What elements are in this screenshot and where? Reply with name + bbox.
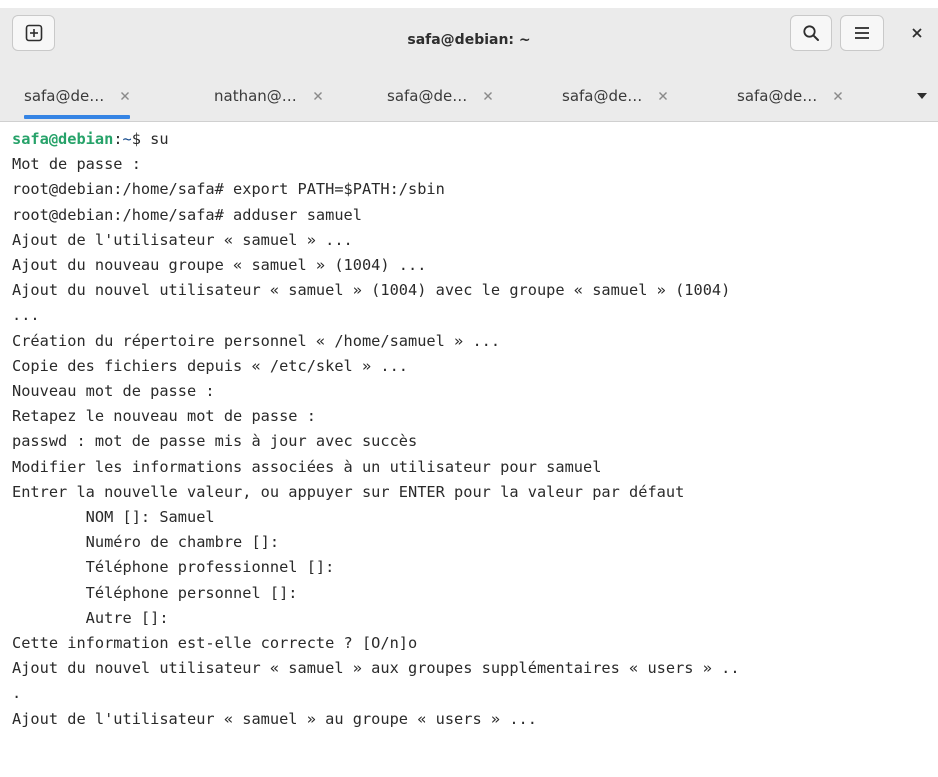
window-close-button[interactable]: [899, 15, 935, 51]
terminal-window: safa@debian: ~ safa@de… nathan@… safa@de…: [0, 0, 938, 777]
tab-label: safa@de…: [24, 87, 105, 105]
close-icon: [121, 92, 130, 100]
tab-close-button[interactable]: [833, 91, 843, 101]
close-icon: [659, 92, 668, 100]
terminal-line: Téléphone personnel []:: [12, 583, 298, 602]
close-icon: [484, 92, 493, 100]
tab-close-button[interactable]: [483, 91, 493, 101]
terminal-line: Modifier les informations associées à un…: [12, 457, 602, 476]
caret-down-icon: [917, 93, 927, 99]
tab-label: nathan@…: [214, 87, 297, 105]
terminal-line: Ajout de l'utilisateur « samuel » au gro…: [12, 709, 537, 728]
terminal-line: ...: [12, 306, 40, 325]
prompt-user-host: safa@debian: [12, 130, 114, 148]
terminal-line: Copie des fichiers depuis « /etc/skel » …: [12, 356, 409, 375]
terminal-line: .: [12, 684, 22, 703]
search-icon: [803, 25, 819, 41]
tab-safa-2[interactable]: safa@de…: [387, 74, 493, 118]
prompt-command: su: [150, 130, 169, 148]
tab-label: safa@de…: [562, 87, 643, 105]
tab-close-button[interactable]: [658, 91, 668, 101]
prompt-symbol: $: [131, 130, 151, 148]
terminal-line: root@debian:/home/safa# export PATH=$PAT…: [12, 180, 445, 199]
close-icon: [912, 28, 922, 38]
header-bar: safa@debian: ~: [0, 8, 938, 62]
tab-label: safa@de…: [387, 87, 468, 105]
hamburger-menu-icon: [855, 27, 869, 39]
terminal-line: Téléphone professionnel []:: [12, 558, 335, 577]
terminal-line: Ajout du nouveau groupe « samuel » (1004…: [12, 256, 427, 274]
terminal-line: root@debian:/home/safa# adduser samuel: [12, 205, 362, 224]
search-button[interactable]: [790, 15, 832, 51]
prompt-path: ~: [122, 130, 132, 148]
terminal-line: Ajout du nouvel utilisateur « samuel » a…: [12, 659, 740, 678]
terminal-line: Création du répertoire personnel « /home…: [12, 331, 501, 350]
tab-safa-1[interactable]: safa@de…: [24, 74, 131, 119]
terminal-line: Retapez le nouveau mot de passe :: [12, 407, 316, 426]
terminal-line: Mot de passe :: [12, 155, 141, 174]
tab-bar: safa@de… nathan@… safa@de… safa@de… safa…: [0, 62, 938, 122]
terminal-line: Cette information est-elle correcte ? [O…: [12, 634, 418, 652]
tab-label: safa@de…: [737, 87, 818, 105]
tab-close-button[interactable]: [120, 91, 130, 101]
tab-close-button[interactable]: [313, 91, 323, 101]
tab-list-dropdown-button[interactable]: [912, 86, 932, 106]
main-menu-button[interactable]: [840, 15, 884, 51]
tab-nathan[interactable]: nathan@…: [214, 74, 323, 118]
close-icon: [313, 92, 322, 100]
terminal-line: Nouveau mot de passe :: [12, 382, 215, 400]
terminal-line: Ajout de l'utilisateur « samuel » ...: [12, 230, 353, 249]
close-icon: [834, 92, 843, 100]
terminal-line: Ajout du nouvel utilisateur « samuel » (…: [12, 281, 731, 300]
terminal-output[interactable]: safa@debian:~$ su Mot de passe : root@deb…: [0, 122, 938, 777]
terminal-line: passwd : mot de passe mis à jour avec su…: [12, 432, 418, 451]
terminal-line: Autre []:: [12, 608, 169, 627]
prompt-colon: :: [113, 130, 123, 148]
tab-safa-4[interactable]: safa@de…: [737, 74, 843, 118]
terminal-line: NOM []: Samuel: [12, 508, 215, 526]
tab-safa-3[interactable]: safa@de…: [562, 74, 668, 118]
terminal-prompt-line: safa@debian:~$ su: [12, 128, 169, 150]
terminal-line: Numéro de chambre []:: [12, 533, 280, 552]
terminal-line: Entrer la nouvelle valeur, ou appuyer su…: [12, 482, 685, 501]
